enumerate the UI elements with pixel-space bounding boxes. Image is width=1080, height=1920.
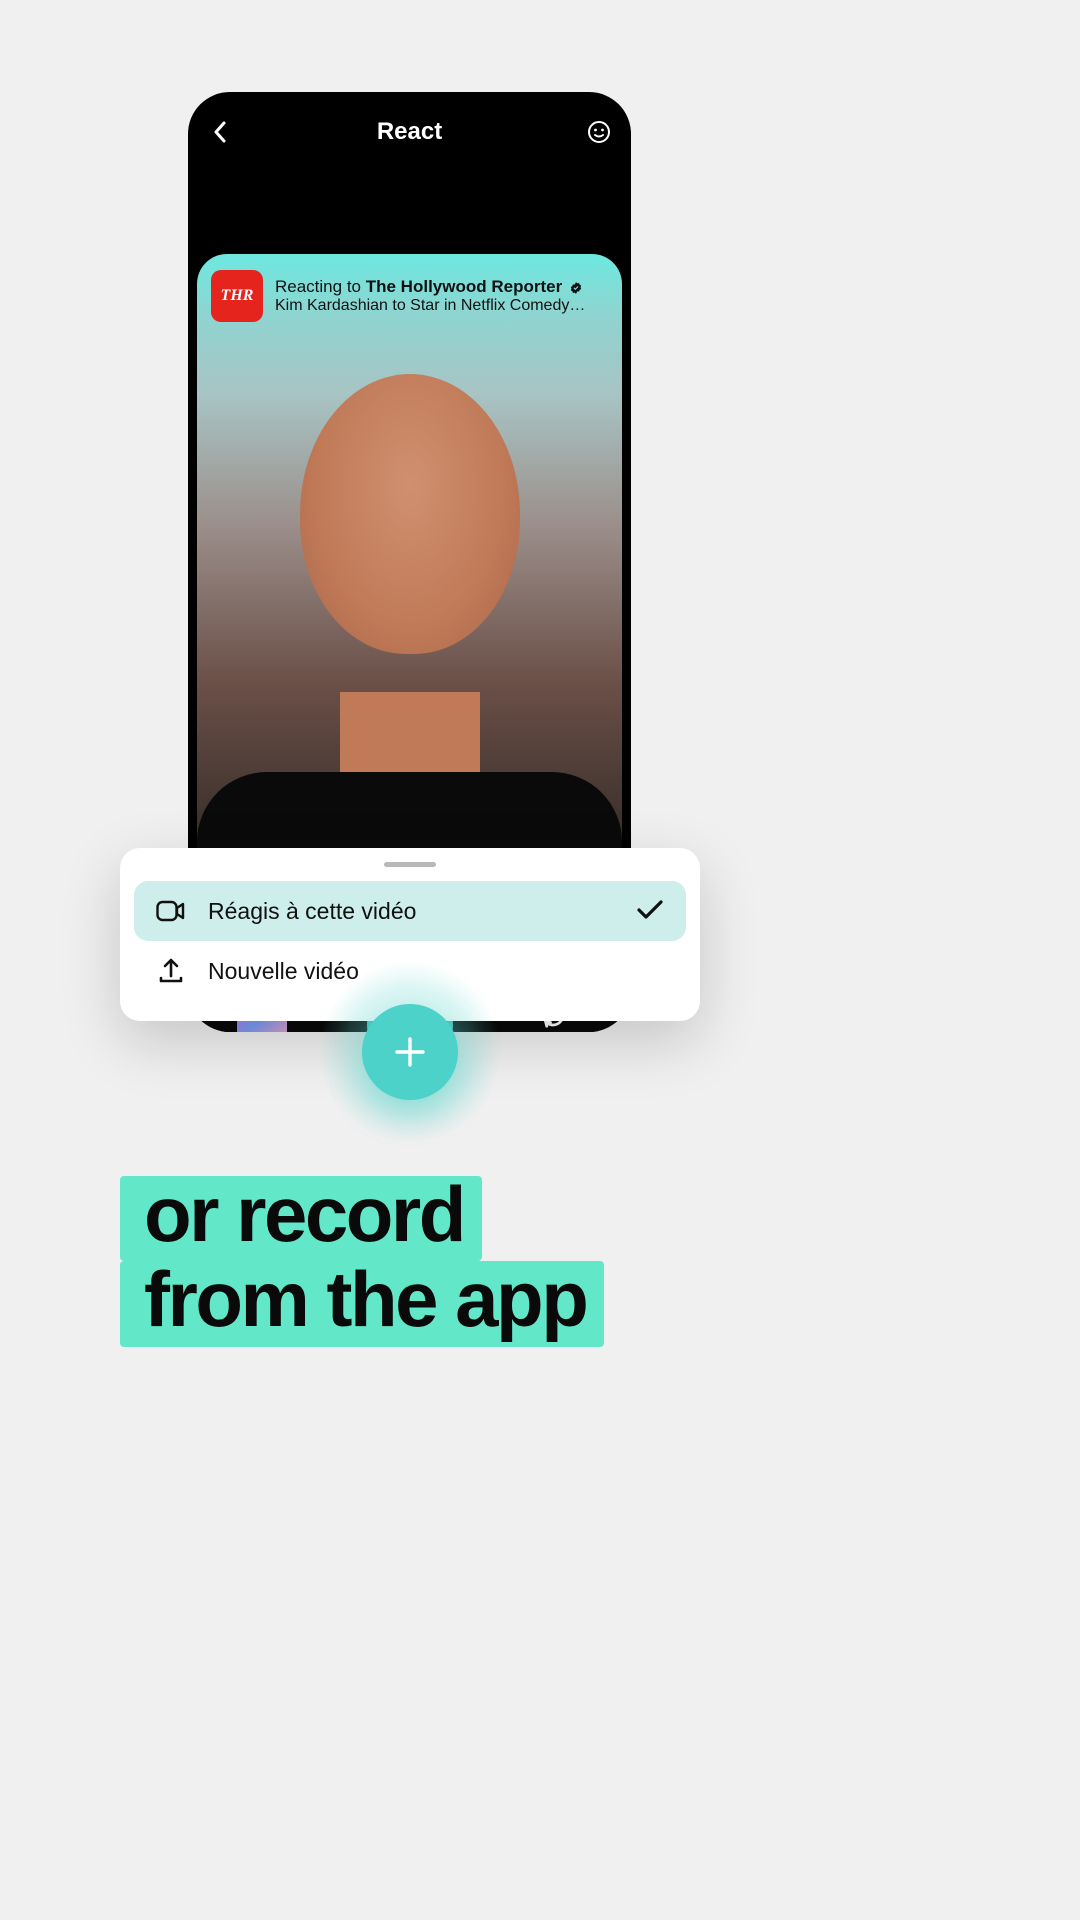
video-camera-icon (156, 897, 186, 925)
headline-line-2: from the app (120, 1261, 604, 1346)
source-avatar: THR (211, 270, 263, 322)
reacting-prefix: Reacting to (275, 277, 366, 296)
source-info: Reacting to The Hollywood Reporter Kim K… (275, 277, 608, 315)
source-avatar-text: THR (221, 287, 254, 305)
emoji-icon[interactable] (585, 118, 613, 146)
verified-icon (569, 281, 583, 295)
back-icon[interactable] (206, 118, 234, 146)
sheet-handle[interactable] (384, 862, 436, 867)
headline-line-1: or record (120, 1176, 482, 1261)
source-subtitle: Kim Kardashian to Star in Netflix Comedy… (275, 297, 608, 315)
reacting-source-card[interactable]: THR Reacting to The Hollywood Reporter K… (211, 270, 608, 322)
plus-icon (391, 1033, 429, 1071)
upload-icon (156, 957, 186, 985)
status-bar (188, 92, 631, 110)
check-icon (636, 899, 664, 923)
option-react-label: Réagis à cette vidéo (208, 898, 614, 925)
source-title-line: Reacting to The Hollywood Reporter (275, 277, 608, 297)
add-fab[interactable] (362, 1004, 458, 1100)
promo-headline: or record from the app (120, 1176, 604, 1347)
option-react-to-video[interactable]: Réagis à cette vidéo (134, 881, 686, 941)
page-title: React (377, 118, 442, 146)
nav-bar: React (188, 110, 631, 158)
source-publisher: The Hollywood Reporter (366, 277, 562, 296)
